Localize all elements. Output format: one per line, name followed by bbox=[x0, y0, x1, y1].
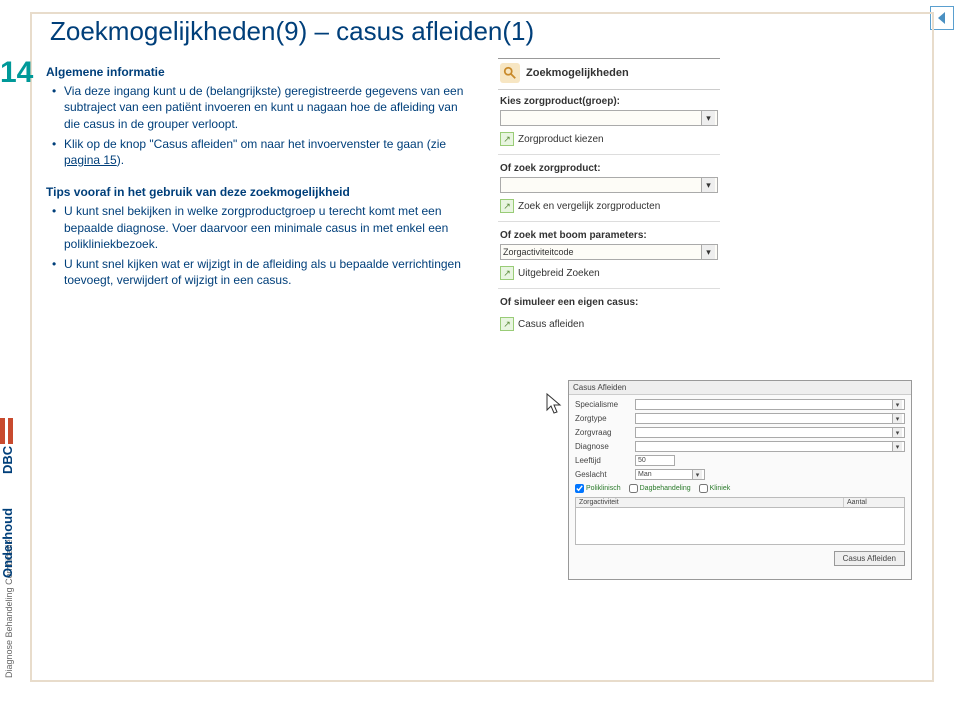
arrow-icon: ↗ bbox=[500, 317, 514, 331]
casus-form: Casus Afleiden Specialisme ▾ Zorgtype ▾ Zo… bbox=[568, 380, 912, 580]
specialisme-field[interactable]: ▾ bbox=[635, 399, 905, 410]
search-panel: Zoekmogelijkheden Kies zorgproduct(groep… bbox=[498, 58, 720, 337]
bullet: U kunt snel kijken wat er wijzigt in de … bbox=[46, 256, 476, 288]
svg-text:DBC: DBC bbox=[0, 445, 15, 474]
svg-text:Onderhoud: Onderhoud bbox=[0, 508, 15, 578]
poli-checkbox[interactable]: Poliklinisch bbox=[575, 484, 621, 493]
bullet: Klik op de knop "Casus afleiden" om naar… bbox=[46, 136, 476, 168]
label: Diagnose bbox=[575, 442, 631, 451]
diagnose-field[interactable]: ▾ bbox=[635, 441, 905, 452]
derive-link[interactable]: ↗ Casus afleiden bbox=[498, 311, 720, 337]
bullet: Via deze ingang kunt u de (belangrijkste… bbox=[46, 83, 476, 132]
arrow-icon: ↗ bbox=[500, 266, 514, 280]
activity-table: ZorgactiviteitAantal bbox=[575, 497, 905, 545]
label: Zorgtype bbox=[575, 414, 631, 423]
label: Of zoek zorgproduct: bbox=[500, 163, 718, 174]
label: Geslacht bbox=[575, 470, 631, 479]
zorgvraag-field[interactable]: ▾ bbox=[635, 427, 905, 438]
zorgtype-field[interactable]: ▾ bbox=[635, 413, 905, 424]
arrow-icon: ↗ bbox=[500, 199, 514, 213]
section-heading: Algemene informatie bbox=[46, 64, 476, 80]
page-number: 14 bbox=[0, 56, 33, 90]
bullet: U kunt snel bekijken in welke zorgproduc… bbox=[46, 203, 476, 252]
geslacht-field[interactable]: Man▾ bbox=[635, 469, 705, 480]
tree-select[interactable]: Zorgactiviteitcode▾ bbox=[500, 244, 718, 260]
page-link[interactable]: pagina 15 bbox=[64, 153, 117, 167]
page-title: Zoekmogelijkheden(9) – casus afleiden(1) bbox=[50, 16, 534, 47]
label: Leeftijd bbox=[575, 456, 631, 465]
panel-title: Zoekmogelijkheden bbox=[526, 67, 629, 79]
extended-search-link[interactable]: ↗ Uitgebreid Zoeken bbox=[498, 260, 720, 286]
group-select[interactable]: ▾ bbox=[500, 110, 718, 126]
kliniek-checkbox[interactable]: Kliniek bbox=[699, 484, 731, 493]
form-title: Casus Afleiden bbox=[569, 381, 911, 395]
section-heading: Tips vooraf in het gebruik van deze zoek… bbox=[46, 184, 476, 200]
arrow-icon: ↗ bbox=[500, 132, 514, 146]
main-content: Algemene informatie Via deze ingang kunt… bbox=[46, 64, 476, 304]
label: Of simuleer een eigen casus: bbox=[500, 297, 718, 308]
derive-button[interactable]: Casus Afleiden bbox=[834, 551, 905, 566]
label: Kies zorgproduct(groep): bbox=[500, 96, 718, 107]
leeftijd-field[interactable]: 50 bbox=[635, 455, 675, 466]
dag-checkbox[interactable]: Dagbehandeling bbox=[629, 484, 691, 493]
search-icon bbox=[500, 63, 520, 83]
dbc-logo: Diagnose Behandeling Combinatie DBC Onde… bbox=[0, 408, 28, 688]
search-select[interactable]: ▾ bbox=[500, 177, 718, 193]
compare-link[interactable]: ↗ Zoek en vergelijk zorgproducten bbox=[498, 193, 720, 219]
label: Of zoek met boom parameters: bbox=[500, 230, 718, 241]
label: Zorgvraag bbox=[575, 428, 631, 437]
cursor-icon bbox=[545, 392, 563, 416]
label: Specialisme bbox=[575, 400, 631, 409]
choose-product-link[interactable]: ↗ Zorgproduct kiezen bbox=[498, 126, 720, 152]
